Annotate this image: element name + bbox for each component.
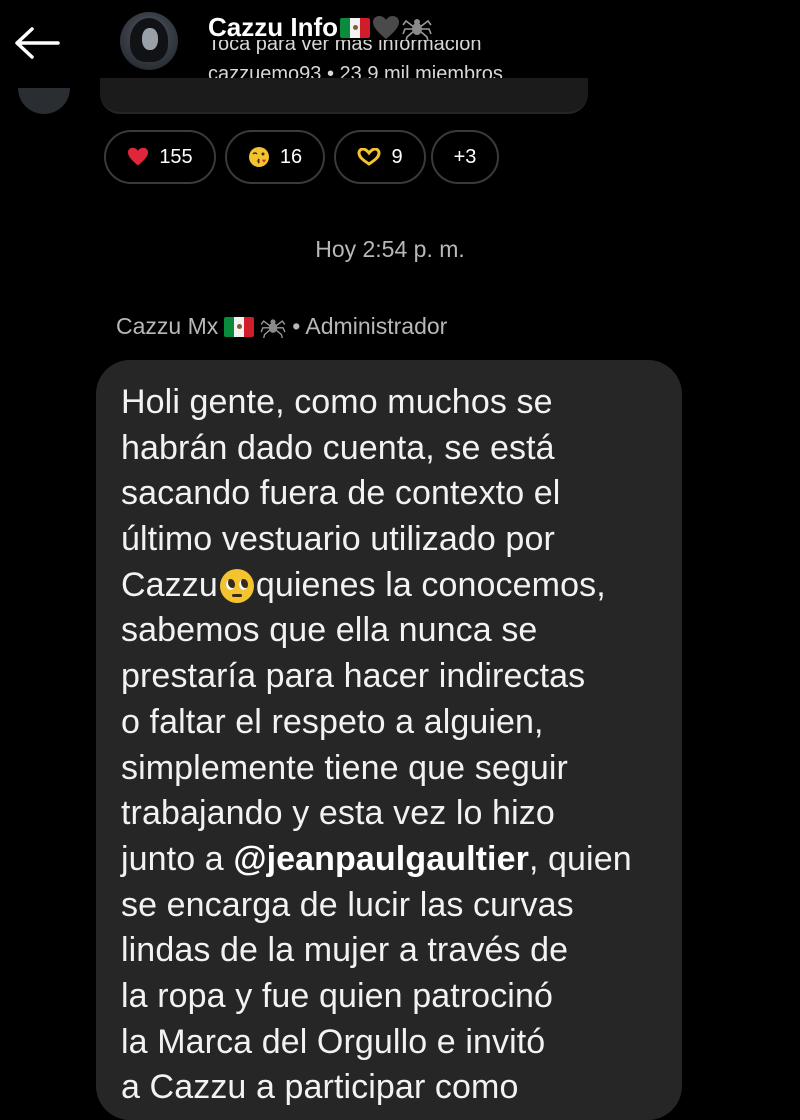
message-line: sabemos que ella nunca se — [121, 611, 538, 650]
message-line-part: quienes la conocemos, — [255, 565, 606, 604]
message-line-part: Cazzu — [121, 565, 218, 604]
mexico-flag-icon — [340, 17, 370, 38]
reaction-chip-kiss[interactable]: 16 — [225, 130, 325, 184]
message-line: Holi gente, como muchos se — [121, 383, 553, 421]
reaction-chip-heart[interactable]: 155 — [104, 130, 216, 184]
reaction-count: +3 — [453, 145, 477, 168]
back-button[interactable] — [10, 22, 62, 64]
message-line: último vestuario utilizado por — [121, 520, 555, 559]
kissing-face-icon — [248, 147, 269, 167]
black-heart-icon — [373, 15, 399, 39]
message-line: la Marca del Orgullo e invitó — [121, 1022, 546, 1061]
message-line: la ropa y fue quien patrocinó — [121, 976, 553, 1015]
message-line: sacando fuera de contexto el — [121, 474, 561, 513]
group-title-text: Cazzu Info — [208, 12, 338, 42]
chat-header: Cazzu Info Toca para ver más información… — [0, 0, 800, 90]
message-line: Cazzu quienes la conocemos, — [121, 563, 681, 609]
message-line: a Cazzu a participar como — [121, 1068, 519, 1107]
message-line: o faltar el respeto a alguien, — [121, 702, 544, 741]
sender-name[interactable]: Cazzu Mx — [116, 313, 218, 340]
message-line: se encarga de lucir las curvas — [121, 885, 574, 924]
heart-hands-icon — [357, 148, 381, 166]
message-line: junto a @jeanpaulgaultier, quien — [121, 837, 681, 883]
reaction-count: 9 — [391, 145, 403, 168]
mention-link[interactable]: @jeanpaulgaultier — [233, 837, 529, 883]
sender-line: Cazzu Mx • Administrador — [116, 313, 447, 340]
reactions-bar: 155 16 9 +3 — [104, 130, 524, 188]
pleading-face-icon — [219, 568, 254, 603]
message-line-part: , quien — [528, 839, 632, 878]
sender-role: • Administrador — [292, 313, 448, 339]
reaction-count: 155 — [159, 145, 193, 168]
reaction-chip-more[interactable]: +3 — [431, 130, 499, 184]
spider-icon — [260, 318, 286, 338]
message-line: trabajando y esta vez lo hizo — [121, 794, 555, 833]
message-line: lindas de la mujer a través de — [121, 931, 569, 970]
group-avatar[interactable] — [120, 12, 178, 70]
mexico-flag-icon — [224, 316, 255, 337]
reaction-count: 16 — [279, 145, 303, 168]
reaction-chip-heart-hands[interactable]: 9 — [334, 130, 426, 184]
message-line: simplemente tiene que seguir — [121, 748, 568, 787]
pinned-message-bar[interactable] — [100, 78, 588, 114]
group-title[interactable]: Cazzu Info — [208, 12, 432, 43]
message-line: habrán dado cuenta, se está — [121, 428, 555, 467]
message-line-part: junto a — [121, 839, 234, 878]
spider-icon — [402, 18, 432, 41]
group-subtitle[interactable]: Toca para ver más información — [208, 40, 481, 58]
sender-avatar[interactable] — [18, 88, 70, 114]
message-line: prestaría para hacer indirectas — [121, 657, 586, 696]
back-arrow-icon — [15, 27, 60, 59]
message-text: Holi gente, como muchos se habrán dado c… — [121, 380, 681, 1111]
message-timestamp: Hoy 2:54 p. m. — [315, 236, 465, 262]
red-heart-icon — [128, 147, 149, 166]
